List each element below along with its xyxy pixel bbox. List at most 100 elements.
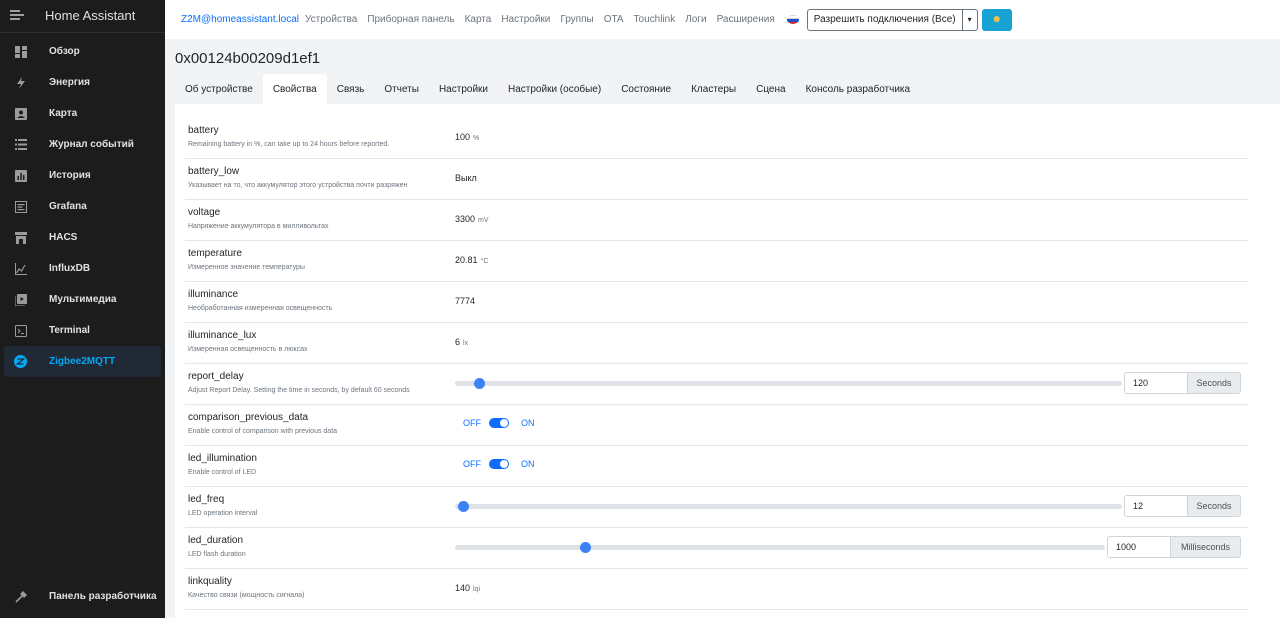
- led-freq-input[interactable]: 12 Seconds: [1124, 495, 1241, 517]
- property-row-linkquality: linkquality Качество связи (мощность сиг…: [185, 569, 1248, 610]
- sidebar-item-developer-tools[interactable]: Панель разработчика: [4, 581, 161, 612]
- account-box-icon: [14, 107, 27, 120]
- nav-link-logs[interactable]: Логи: [685, 14, 706, 25]
- sidebar-item-hacs[interactable]: HACS: [4, 222, 161, 253]
- led-duration-slider[interactable]: [455, 542, 1105, 553]
- permit-join-select[interactable]: Разрешить подключения (Все) ▾: [806, 8, 978, 31]
- property-value: 3300 mV: [455, 214, 489, 224]
- number-input-value[interactable]: 1000: [1108, 537, 1171, 557]
- property-row-battery-low: battery_low Указывает на то, что аккумул…: [185, 159, 1248, 200]
- property-row-led-illumination: led_illumination Enable control of LED O…: [185, 446, 1248, 487]
- sidebar-item-energy[interactable]: Энергия: [4, 67, 161, 98]
- tab-reporting[interactable]: Отчеты: [374, 74, 429, 104]
- toggle-on-label[interactable]: ON: [521, 418, 535, 428]
- sidebar-item-label: Энергия: [49, 77, 90, 88]
- property-description: Adjust Report Delay. Setting the time in…: [188, 387, 410, 394]
- value-unit: lx: [463, 340, 469, 347]
- permit-join-label[interactable]: Разрешить подключения (Все): [808, 9, 963, 30]
- chart-box-icon: [14, 169, 27, 182]
- property-name: voltage: [188, 207, 221, 218]
- tab-settings[interactable]: Настройки: [429, 74, 498, 104]
- nav-link-map[interactable]: Карта: [465, 14, 492, 25]
- property-row-led-duration: led_duration LED flash duration 1000 Mil…: [185, 528, 1248, 569]
- property-description: LED flash duration: [188, 551, 246, 558]
- property-description: Enable control of LED: [188, 469, 257, 476]
- toggle-off-label[interactable]: OFF: [463, 459, 481, 469]
- value-text: 7774: [455, 296, 476, 306]
- property-name: comparison_previous_data: [188, 412, 309, 423]
- tab-state[interactable]: Состояние: [611, 74, 681, 104]
- sidebar: Home Assistant Обзор Энергия Карта Журна…: [0, 0, 165, 618]
- value-text: Выкл: [455, 173, 477, 183]
- property-name: battery_low: [188, 166, 240, 177]
- property-description: Качество связи (мощность сигнала): [188, 592, 305, 599]
- property-description: Измеренное значение температуры: [188, 264, 305, 271]
- comparison-previous-data-toggle[interactable]: [489, 418, 509, 428]
- menu-icon[interactable]: [10, 9, 24, 21]
- chevron-down-icon[interactable]: ▾: [963, 15, 977, 24]
- tab-exposes[interactable]: Свойства: [262, 74, 327, 104]
- toggle-off-label[interactable]: OFF: [463, 418, 481, 428]
- slider-thumb[interactable]: [474, 378, 485, 389]
- sidebar-item-zigbee2mqtt[interactable]: Zigbee2MQTT: [4, 346, 161, 377]
- property-name: illuminance: [188, 289, 239, 300]
- sidebar-item-grafana[interactable]: Grafana: [4, 191, 161, 222]
- property-name: battery: [188, 125, 219, 136]
- property-value: 20.81 °C: [455, 255, 488, 265]
- nav-link-groups[interactable]: Группы: [560, 14, 593, 25]
- led-duration-input[interactable]: 1000 Milliseconds: [1107, 536, 1241, 558]
- slider-thumb[interactable]: [458, 501, 469, 512]
- sidebar-item-logbook[interactable]: Журнал событий: [4, 129, 161, 160]
- sidebar-item-terminal[interactable]: Terminal: [4, 315, 161, 346]
- led-freq-slider[interactable]: [455, 501, 1122, 512]
- number-input-unit: Milliseconds: [1171, 537, 1240, 557]
- sidebar-item-label: Панель разработчика: [49, 591, 157, 602]
- tab-bind[interactable]: Связь: [327, 74, 375, 104]
- sidebar-item-label: Grafana: [49, 201, 87, 212]
- nav-link-dashboard[interactable]: Приборная панель: [367, 14, 454, 25]
- report-delay-slider[interactable]: [455, 378, 1122, 389]
- russian-flag-icon[interactable]: [786, 15, 799, 24]
- nav-link-devices[interactable]: Устройства: [305, 14, 357, 25]
- zigbee-icon: [14, 355, 27, 368]
- toggle-on-label[interactable]: ON: [521, 459, 535, 469]
- property-description: Напряжение аккумулятора в милливольтах: [188, 223, 329, 230]
- number-input-unit: Seconds: [1188, 373, 1240, 393]
- sidebar-item-history[interactable]: История: [4, 160, 161, 191]
- sidebar-item-overview[interactable]: Обзор: [4, 36, 161, 67]
- nav-link-settings[interactable]: Настройки: [501, 14, 550, 25]
- led-illumination-toggle[interactable]: [489, 459, 509, 469]
- tab-dev-console[interactable]: Консоль разработчика: [796, 74, 921, 104]
- property-description: Enable control of comparison with previo…: [188, 428, 338, 435]
- value-text: 6: [455, 337, 461, 347]
- property-name: linkquality: [188, 576, 232, 587]
- property-name: report_delay: [188, 371, 244, 382]
- device-title: 0x00124b00209d1ef1: [175, 50, 321, 67]
- value-text: 3300: [455, 214, 476, 224]
- tab-about[interactable]: Об устройстве: [175, 74, 263, 104]
- nav-link-extensions[interactable]: Расширения: [717, 14, 775, 25]
- sidebar-item-map[interactable]: Карта: [4, 98, 161, 129]
- number-input-value[interactable]: 12: [1125, 496, 1188, 516]
- comparison-toggle-group: OFF ON: [463, 418, 535, 428]
- permit-join-button[interactable]: ☻: [981, 8, 1012, 31]
- tab-settings-specific[interactable]: Настройки (особые): [498, 74, 611, 104]
- slider-thumb[interactable]: [580, 542, 591, 553]
- chart-areaspline-icon: [14, 262, 27, 275]
- property-description: LED operation interval: [188, 510, 258, 517]
- nav-link-touchlink[interactable]: Touchlink: [634, 14, 676, 25]
- property-name: temperature: [188, 248, 242, 259]
- property-name: led_duration: [188, 535, 244, 546]
- property-row-battery: battery Remaining battery in %, can take…: [185, 118, 1248, 159]
- tab-scene[interactable]: Сцена: [746, 74, 795, 104]
- number-input-value[interactable]: 120: [1125, 373, 1188, 393]
- sidebar-item-media[interactable]: Мультимедиа: [4, 284, 161, 315]
- sidebar-list: Обзор Энергия Карта Журнал событий Истор…: [0, 33, 165, 377]
- sidebar-item-influxdb[interactable]: InfluxDB: [4, 253, 161, 284]
- nav-link-ota[interactable]: OTA: [604, 14, 624, 25]
- property-description: Указывает на то, что аккумулятор этого у…: [188, 182, 408, 189]
- app-title: Home Assistant: [45, 7, 136, 23]
- brand-link[interactable]: Z2M@homeassistant.local: [181, 14, 299, 25]
- report-delay-input[interactable]: 120 Seconds: [1124, 372, 1241, 394]
- tab-clusters[interactable]: Кластеры: [681, 74, 746, 104]
